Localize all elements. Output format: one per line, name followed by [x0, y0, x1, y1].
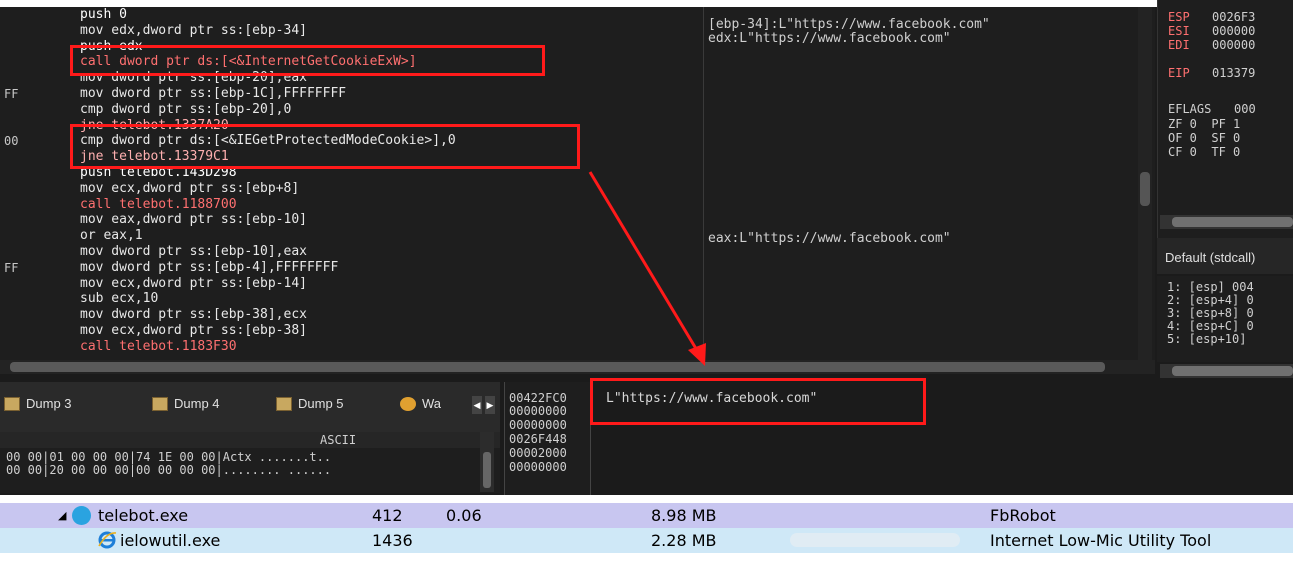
process-row-telebot[interactable]: ◢ telebot.exe 412 0.06 8.98 MB FbRobot	[0, 503, 1293, 528]
process-pid: 412	[372, 506, 403, 525]
blurred-region	[790, 533, 960, 547]
process-memory: 2.28 MB	[651, 531, 717, 550]
process-description: FbRobot	[990, 506, 1056, 525]
telegram-icon	[72, 506, 91, 525]
process-name: ielowutil.exe	[120, 531, 221, 550]
expand-toggle-icon[interactable]: ◢	[58, 509, 66, 522]
process-cpu: 0.06	[446, 506, 482, 525]
process-name: telebot.exe	[98, 506, 189, 525]
internet-explorer-icon	[98, 531, 117, 549]
process-row-ielowutil[interactable]: ielowutil.exe 1436 2.28 MB Internet Low-…	[0, 528, 1293, 553]
process-description: Internet Low-Mic Utility Tool	[990, 531, 1212, 550]
debugger-window: push 0 mov edx,dword ptr ss:[ebp-34] push …	[0, 0, 1293, 495]
process-memory: 8.98 MB	[651, 506, 717, 525]
process-list: ◢ telebot.exe 412 0.06 8.98 MB FbRobot i…	[0, 495, 1293, 565]
annotation-arrow	[588, 171, 706, 366]
process-pid: 1436	[372, 531, 413, 550]
